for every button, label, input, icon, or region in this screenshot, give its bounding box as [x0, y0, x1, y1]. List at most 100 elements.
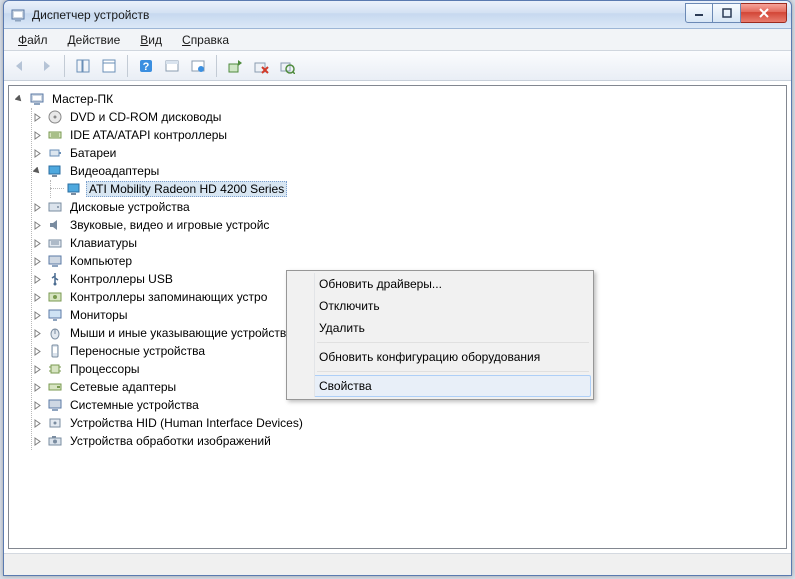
tree-row[interactable]: Дисковые устройства — [31, 198, 786, 216]
imaging-device-icon — [47, 433, 63, 449]
svg-text:?: ? — [143, 61, 150, 73]
expander-icon[interactable] — [31, 219, 43, 231]
expander-icon[interactable] — [31, 129, 43, 141]
titlebar[interactable]: Диспетчер устройств — [4, 1, 791, 29]
node-label: Дисковые устройства — [67, 199, 193, 215]
minimize-button[interactable] — [685, 3, 713, 23]
node-label: Устройства обработки изображений — [67, 433, 274, 449]
maximize-button[interactable] — [713, 3, 741, 23]
node-label: DVD и CD-ROM дисководы — [67, 109, 224, 125]
expander-icon[interactable] — [31, 327, 43, 339]
cm-properties[interactable]: Свойства — [289, 375, 591, 397]
cm-disable[interactable]: Отключить — [289, 295, 591, 317]
tree-row[interactable]: Батареи — [31, 144, 786, 162]
computer-icon — [29, 91, 45, 107]
system-device-icon — [47, 397, 63, 413]
network-adapter-icon — [47, 379, 63, 395]
scan-hardware-button[interactable] — [275, 54, 299, 78]
node-label: IDE ATA/ATAPI контроллеры — [67, 127, 230, 143]
expander-icon[interactable] — [31, 309, 43, 321]
display-adapter-icon — [66, 181, 82, 197]
menu-file[interactable]: Файл — [10, 31, 56, 49]
expander-icon[interactable] — [31, 273, 43, 285]
disk-drive-icon — [47, 199, 63, 215]
tree-row-root[interactable]: Мастер-ПК — [13, 90, 786, 108]
tree-row[interactable]: Компьютер — [31, 252, 786, 270]
menubar: Файл Действие Вид Справка — [4, 29, 791, 51]
tree-row[interactable]: Устройства HID (Human Interface Devices) — [31, 414, 786, 432]
node-label: Звуковые, видео и игровые устройс — [67, 217, 272, 233]
processor-icon — [47, 361, 63, 377]
cd-drive-icon — [47, 109, 63, 125]
context-menu: Обновить драйверы... Отключить Удалить О… — [286, 270, 594, 400]
tree-row-selected[interactable]: ATI Mobility Radeon HD 4200 Series — [50, 180, 786, 198]
expander-icon[interactable] — [13, 93, 25, 105]
help-button[interactable]: ? — [134, 54, 158, 78]
statusbar — [4, 553, 791, 575]
tree-row[interactable]: Устройства обработки изображений — [31, 432, 786, 450]
hid-icon — [47, 415, 63, 431]
tree-row[interactable]: IDE ATA/ATAPI контроллеры — [31, 126, 786, 144]
expander-icon[interactable] — [31, 417, 43, 429]
node-label: Переносные устройства — [67, 343, 208, 359]
keyboard-icon — [47, 235, 63, 251]
cm-scan-hardware[interactable]: Обновить конфигурацию оборудования — [289, 346, 591, 368]
device-manager-window: Диспетчер устройств Файл Действие Вид Сп… — [3, 0, 792, 576]
node-label-selected: ATI Mobility Radeon HD 4200 Series — [86, 181, 287, 197]
tree-row[interactable]: Клавиатуры — [31, 234, 786, 252]
toolbar-btn-a[interactable] — [160, 54, 184, 78]
update-driver-button[interactable] — [223, 54, 247, 78]
node-label: Мониторы — [67, 307, 130, 323]
toolbar-btn-b[interactable] — [186, 54, 210, 78]
forward-button[interactable] — [34, 54, 58, 78]
expander-icon[interactable] — [31, 147, 43, 159]
menu-help[interactable]: Справка — [174, 31, 237, 49]
tree-row[interactable]: Видеоадаптеры — [31, 162, 786, 180]
menu-view[interactable]: Вид — [132, 31, 170, 49]
node-label: Процессоры — [67, 361, 143, 377]
tree-node-video: Видеоадаптеры ATI Mobility Radeon HD 420… — [32, 162, 786, 198]
close-button[interactable] — [741, 3, 787, 23]
expander-icon[interactable] — [31, 111, 43, 123]
expander-icon[interactable] — [31, 363, 43, 375]
show-hide-tree-button[interactable] — [71, 54, 95, 78]
properties-toolbar-button[interactable] — [97, 54, 121, 78]
tree-row[interactable]: Звуковые, видео и игровые устройс — [31, 216, 786, 234]
node-label: Контроллеры USB — [67, 271, 176, 287]
back-button[interactable] — [8, 54, 32, 78]
window-title: Диспетчер устройств — [32, 8, 149, 22]
menu-action[interactable]: Действие — [60, 31, 129, 49]
mouse-icon — [47, 325, 63, 341]
toolbar: ? — [4, 51, 791, 81]
expander-icon[interactable] — [31, 237, 43, 249]
expander-icon[interactable] — [31, 435, 43, 447]
node-label: Сетевые адаптеры — [67, 379, 179, 395]
uninstall-button[interactable] — [249, 54, 273, 78]
node-label: Мастер-ПК — [49, 91, 116, 107]
node-label: Клавиатуры — [67, 235, 140, 251]
usb-icon — [47, 271, 63, 287]
ide-icon — [47, 127, 63, 143]
node-label: Батареи — [67, 145, 119, 161]
node-label: Контроллеры запоминающих устро — [67, 289, 270, 305]
expander-icon[interactable] — [31, 381, 43, 393]
node-label: Устройства HID (Human Interface Devices) — [67, 415, 306, 431]
computer-icon — [47, 253, 63, 269]
cm-update-drivers[interactable]: Обновить драйверы... — [289, 273, 591, 295]
content-area: Мастер-ПК DVD и CD-ROM дисководы IDE ATA… — [4, 81, 791, 553]
expander-icon[interactable] — [31, 255, 43, 267]
node-label: Видеоадаптеры — [67, 163, 162, 179]
battery-icon — [47, 145, 63, 161]
cm-delete[interactable]: Удалить — [289, 317, 591, 339]
portable-device-icon — [47, 343, 63, 359]
app-icon — [10, 7, 26, 23]
expander-icon[interactable] — [31, 345, 43, 357]
window-controls — [685, 3, 787, 23]
expander-icon[interactable] — [31, 201, 43, 213]
expander-icon[interactable] — [31, 399, 43, 411]
node-label: Компьютер — [67, 253, 135, 269]
expander-icon[interactable] — [31, 291, 43, 303]
tree-row[interactable]: DVD и CD-ROM дисководы — [31, 108, 786, 126]
expander-icon[interactable] — [31, 165, 43, 177]
device-tree-panel[interactable]: Мастер-ПК DVD и CD-ROM дисководы IDE ATA… — [8, 85, 787, 549]
